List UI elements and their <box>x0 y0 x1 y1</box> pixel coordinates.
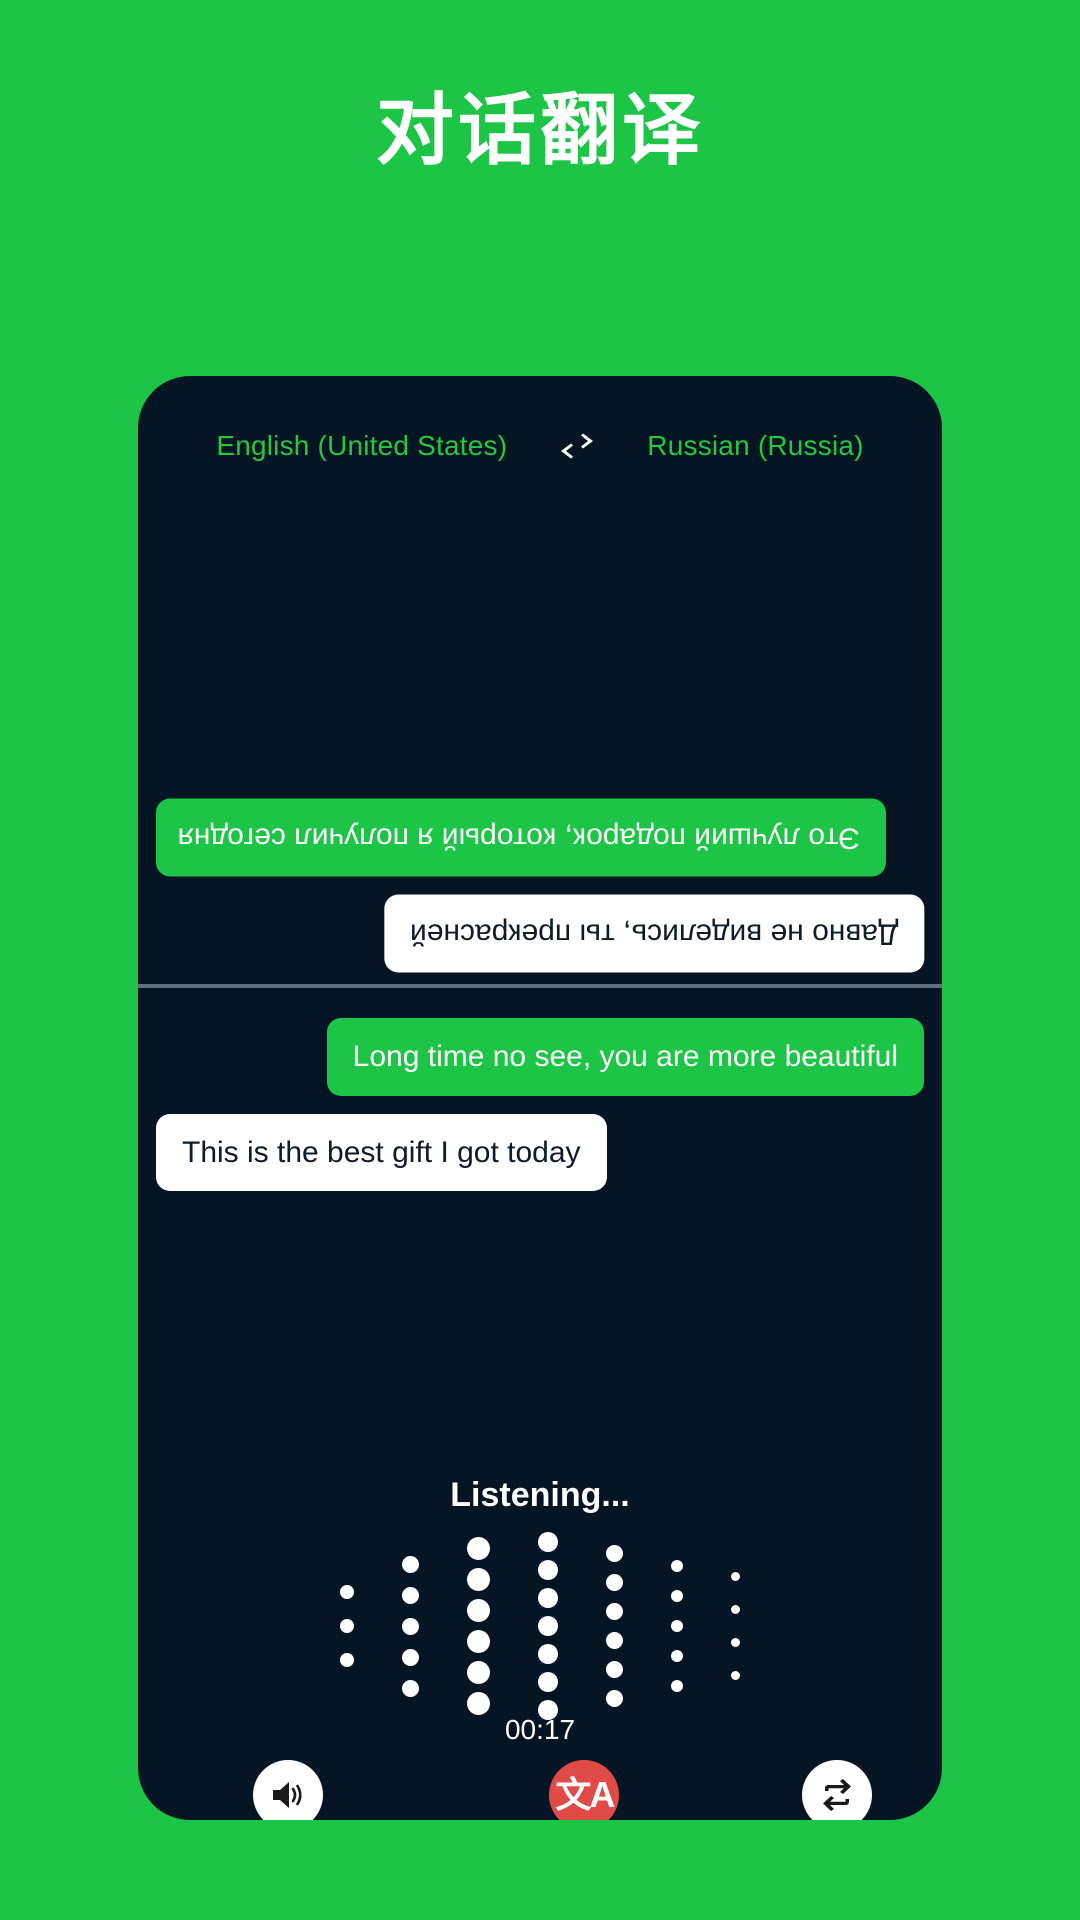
waveform-column <box>340 1585 354 1667</box>
control-bar: Speaker is on 文A Quit Toggle <box>138 1760 942 1820</box>
waveform-dot <box>731 1671 740 1680</box>
waveform-column <box>671 1560 683 1692</box>
panel-divider <box>138 984 942 988</box>
repeat-swap-icon <box>801 1760 872 1820</box>
quit-button[interactable]: 文A Quit <box>549 1760 620 1820</box>
waveform-dot <box>606 1632 623 1649</box>
listening-status-label: Listening... <box>450 1476 630 1514</box>
waveform-dot <box>467 1568 490 1591</box>
waveform-column <box>467 1537 490 1715</box>
message-bubble-remote-1[interactable]: Это лучший подарок, который я получил се… <box>156 799 886 877</box>
waveform-dot <box>671 1680 683 1692</box>
waveform-dot <box>467 1537 490 1560</box>
waveform-column <box>606 1545 623 1707</box>
audio-waveform-visualizer <box>138 1526 942 1726</box>
target-language-label[interactable]: Russian (Russia) <box>647 430 863 462</box>
waveform-dot <box>731 1605 740 1614</box>
message-row: Это лучший подарок, который я получил се… <box>156 799 924 877</box>
toggle-button[interactable]: Toggle <box>795 1760 878 1820</box>
waveform-dot <box>538 1532 558 1552</box>
waveform-column <box>538 1532 558 1720</box>
message-bubble-remote-2[interactable]: Давно не виделись, ты прекрасней <box>383 894 924 972</box>
waveform-column <box>402 1555 419 1697</box>
waveform-dot <box>340 1653 354 1667</box>
waveform-dot <box>402 1648 419 1666</box>
waveform-dot <box>538 1560 558 1580</box>
swap-horizontal-icon[interactable] <box>559 431 595 461</box>
waveform-dot <box>467 1692 490 1715</box>
waveform-dot <box>467 1599 490 1622</box>
waveform-dot <box>606 1574 623 1591</box>
waveform-dot <box>402 1555 419 1573</box>
translate-icon: 文A <box>549 1760 620 1820</box>
recording-timer: 00:17 <box>504 1714 576 1745</box>
message-bubble-local-2[interactable]: This is the best gift I got today <box>156 1113 607 1191</box>
speaker-on-icon <box>252 1760 323 1820</box>
message-row: This is the best gift I got today <box>156 1113 924 1191</box>
waveform-dot <box>538 1672 558 1692</box>
waveform-dot <box>467 1661 490 1684</box>
phone-card: English (United States) Russian (Russia)… <box>138 376 942 1820</box>
waveform-dot <box>467 1630 490 1653</box>
waveform-dot <box>606 1661 623 1678</box>
waveform-dot <box>402 1617 419 1635</box>
waveform-dot <box>671 1590 683 1602</box>
waveform-dot <box>538 1644 558 1664</box>
waveform-column <box>731 1572 740 1680</box>
conversation-panel-local: Long time no see, you are more beautiful… <box>138 990 942 1191</box>
waveform-dot <box>402 1679 419 1697</box>
waveform-dot <box>402 1586 419 1604</box>
waveform-dot <box>606 1603 623 1620</box>
message-row: Давно не виделись, ты прекрасней <box>156 894 924 972</box>
waveform-dot <box>671 1650 683 1662</box>
waveform-dot <box>538 1616 558 1636</box>
waveform-dot <box>671 1620 683 1632</box>
speaker-button[interactable]: Speaker is on <box>202 1760 373 1820</box>
conversation-panel-remote: Это лучший подарок, который я получил се… <box>138 476 942 984</box>
waveform-dot <box>731 1638 740 1647</box>
waveform-dot <box>340 1585 354 1599</box>
waveform-dot <box>538 1588 558 1608</box>
message-bubble-local-1[interactable]: Long time no see, you are more beautiful <box>326 1018 924 1096</box>
translate-glyph: 文A <box>555 1774 615 1815</box>
waveform-dot <box>731 1572 740 1581</box>
waveform-dot <box>671 1560 683 1572</box>
message-row: Long time no see, you are more beautiful <box>156 1018 924 1096</box>
page-title: 对话翻译 <box>375 86 704 174</box>
source-language-label[interactable]: English (United States) <box>216 430 507 462</box>
waveform-dot <box>606 1545 623 1562</box>
language-bar: English (United States) Russian (Russia) <box>138 430 942 462</box>
waveform-dot <box>340 1619 354 1633</box>
waveform-dot <box>606 1690 623 1707</box>
